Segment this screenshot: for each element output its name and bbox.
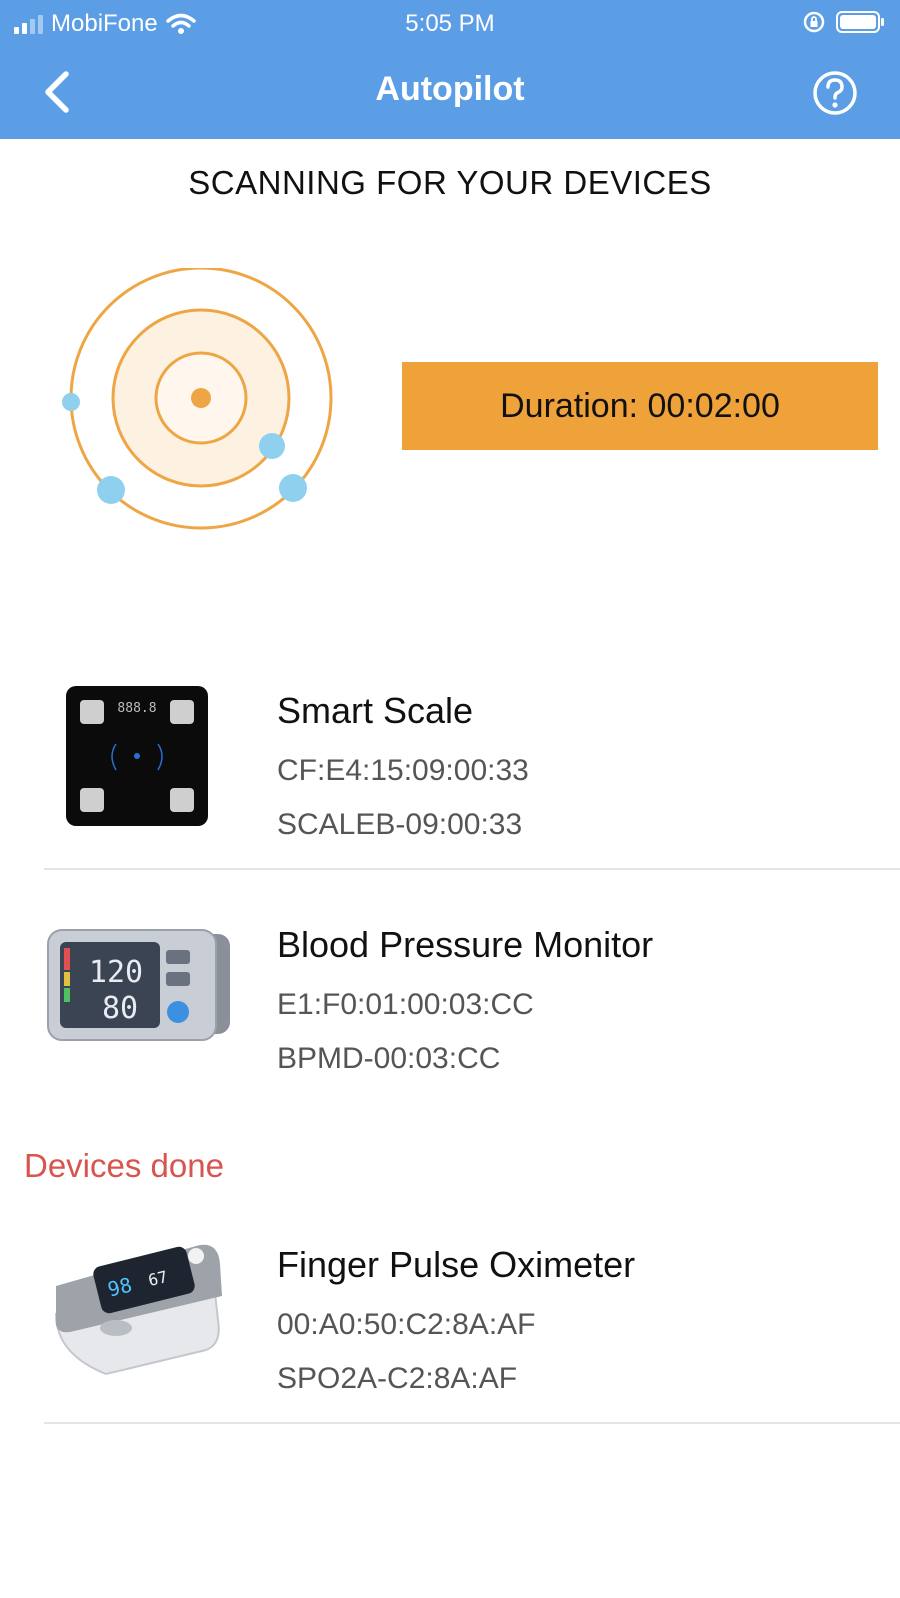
device-name: Blood Pressure Monitor [277,924,654,965]
device-name: Finger Pulse Oximeter [277,1244,636,1285]
duration-badge: Duration: 00:02:00 [402,362,878,450]
device-item-finger-pulse-oximeter[interactable]: 98 67 Finger Pulse Oximeter 00:A0:50:C2:… [0,1240,900,1410]
help-circle-icon [813,71,857,115]
device-mac: 00:A0:50:C2:8A:AF [277,1308,536,1341]
device-mac: CF:E4:15:09:00:33 [277,754,529,787]
rotation-lock-icon [803,11,825,33]
device-mac: E1:F0:01:00:03:CC [277,988,534,1021]
page-title: Autopilot [375,70,525,108]
status-right [802,10,886,34]
app-header: MobiFone 5:05 PM Autopilot [0,0,900,139]
scanning-title: SCANNING FOR YOUR DEVICES [188,164,712,201]
status-bar: MobiFone 5:05 PM [0,6,900,42]
device-code: SCALEB-09:00:33 [277,808,523,841]
device-code: SPO2A-C2:8A:AF [277,1362,518,1395]
help-button[interactable] [810,68,860,118]
battery-icon [836,11,884,33]
divider [44,1422,900,1424]
device-item-smart-scale[interactable]: 888.8 Smart Scale CF:E4:15:09:00:33 SCAL… [0,686,900,886]
blood-pressure-monitor-image: 120 80 [47,929,230,1041]
pulse-oximeter-image: 98 67 [54,1244,223,1376]
bp-diastolic: 80 [102,991,138,1026]
device-name: Smart Scale [277,690,474,731]
divider [44,868,900,870]
device-item-blood-pressure-monitor[interactable]: 120 80 Blood Pressure Monitor E1:F0:01:0… [0,920,900,1080]
scale-readout: 888.8 [117,701,156,716]
devices-done-label: Devices done [24,1147,224,1184]
radar-scan-icon [62,268,333,530]
bp-systolic: 120 [89,955,143,990]
status-time: 5:05 PM [405,10,495,37]
smart-scale-image: 888.8 [66,686,208,826]
device-code: BPMD-00:03:CC [277,1042,501,1075]
